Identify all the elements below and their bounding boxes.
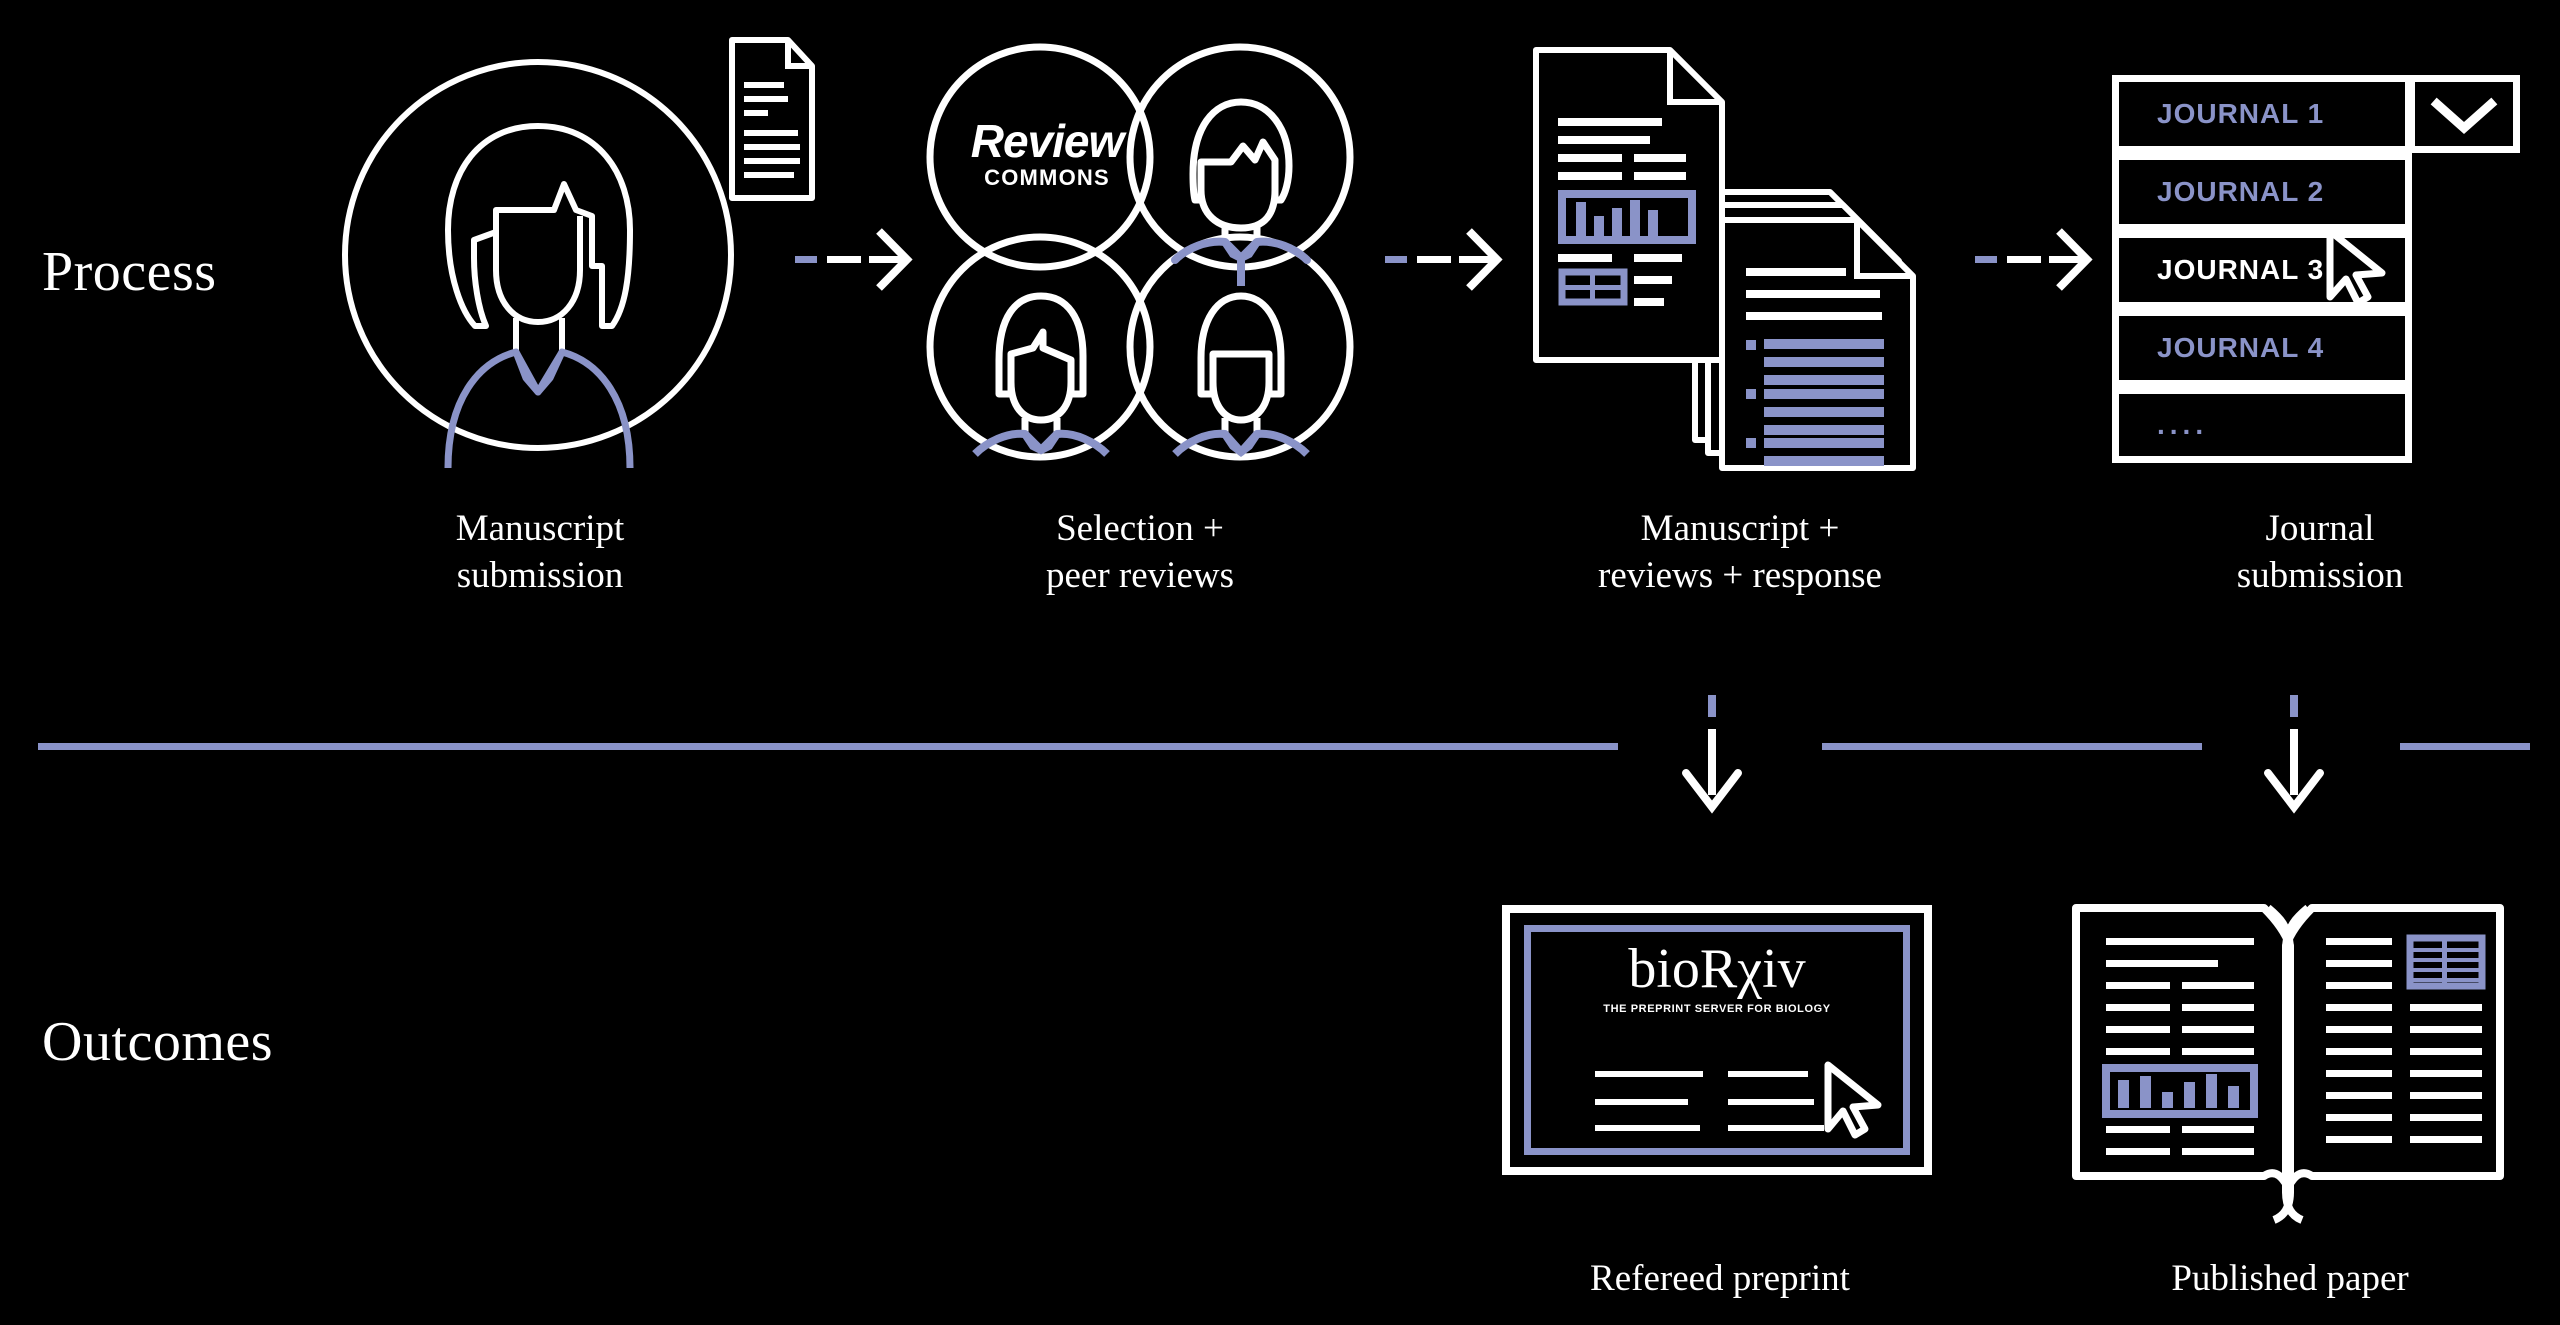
journal-option-4[interactable]: JOURNAL 4 xyxy=(2112,309,2412,387)
diagram-canvas: Process Outcomes Manuscript submission R… xyxy=(0,0,2560,1325)
preprint-text-line xyxy=(1595,1125,1700,1131)
caption-manuscript-reviews-response: Manuscript + reviews + response xyxy=(1598,508,1882,597)
review-commons-logo-line1: Review xyxy=(970,115,1125,167)
review-commons-logo: Review COMMONS xyxy=(952,118,1142,193)
caption-published-paper: Published paper xyxy=(2171,1258,2409,1299)
outcome-published-paper-icon xyxy=(2068,900,2508,1224)
journal-option-2-label: JOURNAL 2 xyxy=(2157,176,2325,207)
caption-manuscript-submission: Manuscript submission xyxy=(455,508,625,597)
preprint-text-line xyxy=(1595,1071,1703,1077)
mouse-pointer-icon xyxy=(1824,1061,1882,1139)
timeline-segment-1 xyxy=(38,743,1618,750)
preprint-text-line xyxy=(1728,1099,1814,1105)
chevron-down-icon xyxy=(2430,97,2498,135)
biorxiv-logo-title: bioRχiv xyxy=(1628,938,1806,1000)
timeline-segment-2 xyxy=(1822,743,2202,750)
connector-arrow-1 xyxy=(795,225,915,295)
row-label-outcomes: Outcomes xyxy=(42,1011,274,1073)
timeline-down-arrow-2 xyxy=(2264,695,2324,814)
timeline-segment-3 xyxy=(2400,743,2530,750)
step-manuscript-submission-icon xyxy=(340,30,815,470)
manuscript-document-icon xyxy=(729,37,815,201)
step-selection-peer-reviews-icon xyxy=(925,42,1355,462)
journal-option-more-label: .... xyxy=(2157,409,2209,440)
row-label-process: Process xyxy=(42,241,217,303)
dropdown-toggle-button[interactable] xyxy=(2408,75,2520,153)
journal-option-4-label: JOURNAL 4 xyxy=(2157,332,2325,363)
journal-dropdown[interactable]: JOURNAL 1 JOURNAL 2 JOURNAL 3 JOURNAL 4 … xyxy=(2112,75,2522,465)
journal-option-1[interactable]: JOURNAL 1 xyxy=(2112,75,2412,153)
caption-selection-peer-reviews: Selection + peer reviews xyxy=(1046,508,1234,597)
journal-option-more[interactable]: .... xyxy=(2112,387,2412,463)
journal-option-3-label: JOURNAL 3 xyxy=(2157,254,2325,285)
outcome-refereed-preprint-icon[interactable]: bioRχiv THE PREPRINT SERVER FOR BIOLOGY xyxy=(1502,905,1932,1185)
biorxiv-logo-tagline: THE PREPRINT SERVER FOR BIOLOGY xyxy=(1603,1003,1831,1015)
timeline-down-arrow-1 xyxy=(1682,695,1742,814)
connector-arrow-2 xyxy=(1385,225,1505,295)
preprint-text-line xyxy=(1595,1099,1688,1105)
journal-option-1-label: JOURNAL 1 xyxy=(2157,98,2325,129)
preprint-text-line xyxy=(1728,1071,1808,1077)
connector-arrow-3 xyxy=(1975,225,2095,295)
caption-refereed-preprint: Refereed preprint xyxy=(1590,1258,1850,1299)
preprint-text-line xyxy=(1728,1125,1824,1131)
journal-option-2[interactable]: JOURNAL 2 xyxy=(2112,153,2412,231)
review-commons-logo-line2: COMMONS xyxy=(984,165,1110,190)
step-manuscript-reviews-response-icon xyxy=(1530,40,1950,480)
mouse-pointer-icon xyxy=(2326,227,2386,307)
caption-journal-submission: Journal submission xyxy=(2236,508,2404,597)
